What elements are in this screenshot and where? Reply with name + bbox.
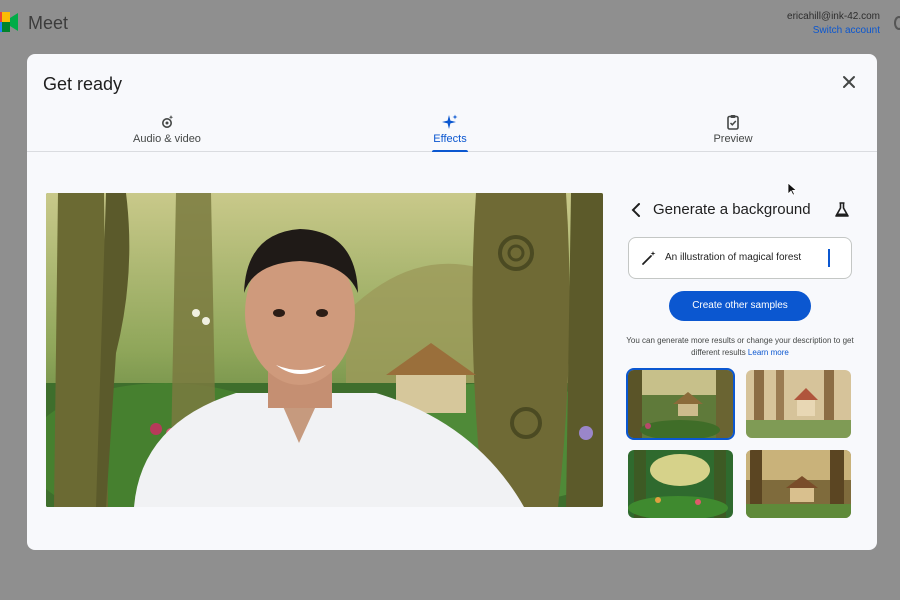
tab-bar: Audio & video Effects Preview	[27, 106, 877, 152]
forest-thumbnail	[746, 450, 851, 518]
prompt-text: An illustration of magical forest	[665, 252, 802, 263]
top-bar: Meet ericahill@ink-42.com Switch account	[0, 0, 900, 48]
app-name: Meet	[28, 13, 69, 33]
background-sample-2[interactable]	[746, 370, 851, 438]
magic-wand-icon	[642, 251, 656, 265]
helper-text: You can generate more results or change …	[625, 335, 855, 359]
create-other-samples-button[interactable]: Create other samples	[669, 291, 811, 321]
background-sample-4[interactable]	[746, 450, 851, 518]
tab-label: Audio & video	[133, 133, 201, 145]
avatar[interactable]	[894, 16, 900, 30]
gear-sparkle-icon	[162, 115, 174, 128]
sample-thumbnails	[626, 368, 852, 520]
video-preview	[46, 193, 603, 507]
flask-icon[interactable]	[833, 201, 851, 219]
account-email: ericahill@ink-42.com	[787, 11, 880, 22]
learn-more-link[interactable]: Learn more	[748, 348, 789, 357]
meet-logo	[0, 12, 18, 32]
tab-label: Preview	[713, 133, 753, 145]
account-info: ericahill@ink-42.com Switch account	[787, 10, 880, 38]
background-sample-3[interactable]	[628, 450, 733, 518]
tab-effects[interactable]: Effects	[390, 110, 510, 152]
tab-preview[interactable]: Preview	[673, 110, 793, 152]
panel-title: Generate a background	[653, 201, 811, 218]
back-arrow-icon[interactable]	[627, 201, 645, 219]
get-ready-dialog: Get ready Audio & video Effects Preview …	[27, 54, 877, 550]
mouse-pointer-icon	[787, 182, 797, 196]
tab-label: Effects	[433, 133, 467, 145]
forest-thumbnail	[746, 370, 851, 438]
close-icon[interactable]	[839, 72, 859, 92]
switch-account-link[interactable]: Switch account	[787, 24, 880, 38]
forest-thumbnail	[628, 450, 733, 518]
background-prompt-input[interactable]: An illustration of magical forest	[628, 237, 852, 279]
text-caret	[828, 249, 830, 267]
generate-background-panel: Generate a background An illustration of…	[625, 193, 855, 523]
helper-description: You can generate more results or change …	[626, 336, 854, 357]
background-sample-1[interactable]	[626, 368, 735, 440]
panel-header: Generate a background	[625, 199, 855, 223]
forest-background-illustration	[46, 193, 603, 507]
dialog-title: Get ready	[43, 74, 123, 94]
forest-thumbnail	[628, 370, 733, 438]
active-tab-indicator	[432, 150, 468, 152]
tab-audio-video[interactable]: Audio & video	[107, 110, 227, 152]
sparkle-icon	[442, 114, 458, 129]
clipboard-icon	[727, 115, 739, 130]
